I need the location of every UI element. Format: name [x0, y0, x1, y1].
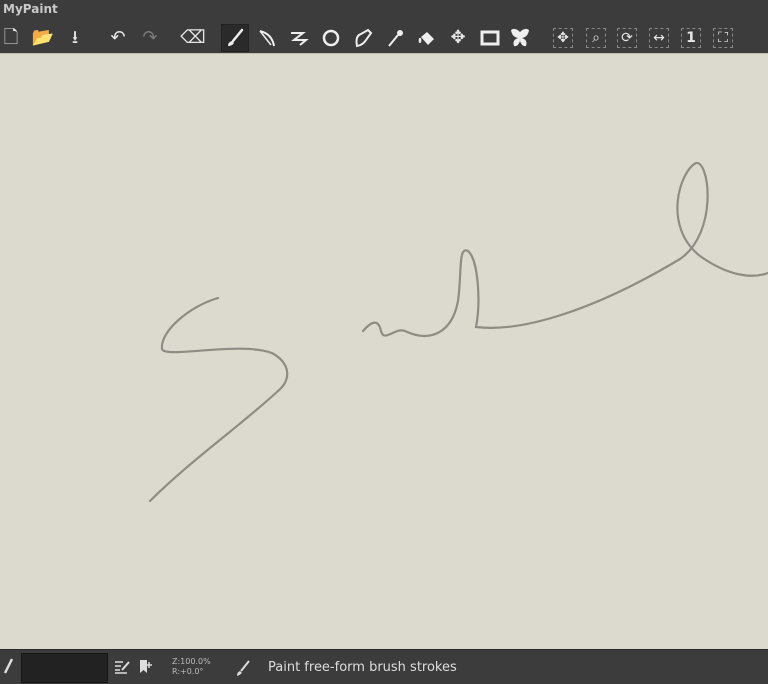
brush-stroke [148, 296, 289, 503]
one-to-one-icon: 1 [686, 30, 696, 46]
pan-view-button[interactable]: ✥ [549, 24, 577, 52]
paint-bucket-icon [418, 32, 434, 45]
reset-view-button[interactable]: 1 [677, 24, 705, 52]
add-bookmark-button[interactable] [139, 659, 153, 679]
new-document-button[interactable]: 🗋 [0, 24, 25, 52]
butterfly-icon [511, 28, 529, 47]
undo-icon: ↶ [110, 27, 126, 48]
undo-button[interactable]: ↶ [104, 24, 132, 52]
save-document-button[interactable]: ⭳ [61, 24, 89, 52]
status-bar: Z:100.0% R:+0.0° Paint free-form brush s… [0, 649, 768, 684]
frame-icon [480, 30, 500, 46]
status-message: Paint free-form brush strokes [268, 660, 457, 675]
brush-icon [3, 658, 14, 674]
brush-stroke [361, 161, 768, 337]
mirror-view-button[interactable]: ↔ [645, 24, 673, 52]
paintbrush-icon [228, 28, 244, 46]
view-info: Z:100.0% R:+0.0° [172, 657, 211, 677]
move-layer-button[interactable]: ✥ [444, 24, 472, 52]
eyedropper-icon [388, 30, 403, 47]
current-tool-indicator [235, 659, 251, 681]
open-document-button[interactable]: 📂 [29, 24, 57, 52]
edit-list-icon [115, 661, 130, 674]
fit-view-button[interactable]: ⛶ [709, 24, 737, 52]
symmetry-button[interactable] [506, 24, 534, 52]
save-download-icon: ⭳ [71, 27, 79, 48]
brush-editor-button[interactable] [114, 659, 130, 679]
connected-lines-icon [291, 32, 309, 46]
drawing-canvas[interactable] [0, 53, 768, 649]
eraser-icon: ⌫ [180, 27, 206, 48]
fountain-pen-icon [355, 28, 373, 48]
curve-line-icon [259, 30, 275, 47]
color-swatch[interactable] [21, 653, 108, 683]
inking-button[interactable] [349, 24, 377, 52]
rotation-angle: R:+0.0° [172, 667, 204, 676]
lines-curves-button[interactable] [253, 24, 281, 52]
fit-view-icon: ⛶ [718, 30, 728, 46]
flood-fill-button[interactable] [412, 24, 440, 52]
zoom-view-button[interactable]: ⌕ [582, 24, 610, 52]
window-title: MyPaint [3, 2, 58, 16]
redo-button[interactable]: ↷ [136, 24, 164, 52]
ellipse-icon [322, 29, 340, 47]
horizontal-arrows-icon: ↔ [653, 30, 665, 46]
new-document-icon: 🗋 [3, 27, 19, 48]
brush-selector-button[interactable] [2, 658, 14, 680]
pan-icon: ✥ [557, 30, 569, 46]
ellipses-button[interactable] [317, 24, 345, 52]
frame-edit-button[interactable] [476, 24, 504, 52]
paintbrush-icon [237, 660, 250, 676]
freehand-brush-button[interactable] [221, 24, 249, 52]
rotate-view-button[interactable]: ⟳ [613, 24, 641, 52]
open-folder-icon: 📂 [31, 27, 55, 48]
magnifier-icon: ⌕ [592, 30, 600, 46]
bookmark-add-icon [140, 660, 152, 673]
main-toolbar: 🗋 📂 ⭳ ↶ ↷ ⌫ ✥ ✥ ⌕ ⟳ ↔ 1 ⛶ [0, 22, 768, 53]
redo-icon: ↷ [142, 27, 158, 48]
connected-lines-button[interactable] [285, 24, 313, 52]
brush-strokes [148, 161, 768, 503]
zoom-level: Z:100.0% [172, 657, 211, 666]
eraser-mode-button[interactable]: ⌫ [179, 24, 207, 52]
move-arrows-icon: ✥ [450, 27, 466, 48]
rotate-icon: ⟳ [621, 30, 633, 46]
color-picker-button[interactable] [381, 24, 409, 52]
